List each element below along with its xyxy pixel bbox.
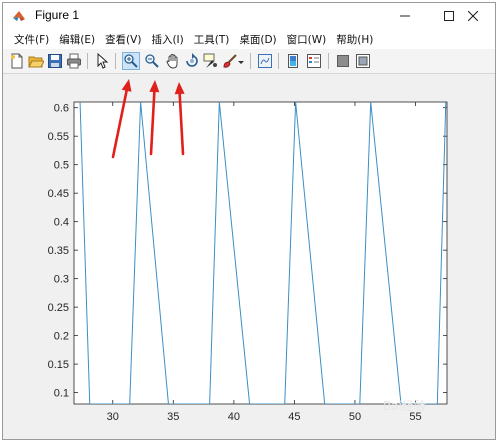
edit-plot-button[interactable] bbox=[94, 53, 110, 69]
annotation-arrowhead bbox=[121, 79, 132, 92]
annotation-arrowhead bbox=[174, 82, 185, 95]
colorbar-icon bbox=[288, 54, 298, 68]
close-icon bbox=[468, 11, 478, 21]
toolbar-separator bbox=[328, 53, 329, 69]
x-tick-label: 30 bbox=[107, 411, 119, 423]
watermark-text: Bai经验 bbox=[383, 399, 426, 413]
brush-icon bbox=[223, 54, 237, 68]
save-button[interactable] bbox=[47, 53, 63, 69]
hide-plot-tools-button[interactable] bbox=[335, 53, 351, 69]
y-tick-label: 0.55 bbox=[48, 131, 69, 143]
figure-canvas[interactable]: 0.1 0.15 0.2 0.25 0.3 0.35 0.4 0.45 0.5 0.55 0.6 3… bbox=[3, 74, 495, 439]
menu-insert[interactable]: 插入(I) bbox=[146, 32, 188, 47]
y-tick-label: 0.1 bbox=[54, 388, 69, 400]
menu-desktop[interactable]: 桌面(D) bbox=[234, 32, 281, 47]
data-cursor-button[interactable] bbox=[203, 53, 219, 69]
brush-dropdown[interactable] bbox=[238, 53, 244, 69]
x-tick-label: 35 bbox=[167, 411, 179, 423]
x-tick-label: 50 bbox=[349, 411, 361, 423]
rotate-icon bbox=[186, 53, 198, 67]
y-tick-label: 0.5 bbox=[54, 160, 69, 172]
open-file-button[interactable] bbox=[28, 53, 44, 69]
zoom-in-button[interactable] bbox=[122, 52, 140, 70]
insert-colorbar-button[interactable] bbox=[285, 53, 301, 69]
toolbar-separator bbox=[115, 53, 116, 69]
axes-background bbox=[73, 101, 448, 405]
hide-tools-icon bbox=[337, 55, 349, 67]
pan-button[interactable] bbox=[165, 53, 181, 69]
pointer-arrow-icon bbox=[97, 53, 109, 69]
annotation-arrowhead bbox=[149, 80, 160, 93]
menu-file[interactable]: 文件(F) bbox=[9, 32, 54, 47]
x-tick-label: 45 bbox=[288, 411, 300, 423]
toolbar-separator bbox=[250, 53, 251, 69]
save-disk-icon bbox=[48, 54, 62, 68]
legend-icon bbox=[307, 54, 321, 68]
print-button[interactable] bbox=[66, 53, 82, 69]
show-plot-tools-button[interactable] bbox=[355, 53, 371, 69]
window-title: Figure 1 bbox=[35, 8, 80, 22]
minimize-icon bbox=[400, 15, 410, 17]
title-bar[interactable]: Figure 1 bbox=[3, 3, 495, 29]
toolbar-separator bbox=[87, 53, 88, 69]
show-tools-icon bbox=[356, 54, 370, 68]
y-tick-label: 0.3 bbox=[54, 274, 69, 286]
new-figure-button[interactable] bbox=[9, 53, 25, 69]
y-tick-label: 0.6 bbox=[54, 103, 69, 115]
open-folder-icon bbox=[28, 56, 44, 68]
link-plot-button[interactable] bbox=[257, 53, 273, 69]
zoom-out-icon bbox=[145, 54, 159, 68]
y-tick-label: 0.15 bbox=[48, 359, 69, 371]
menu-tools[interactable]: 工具(T) bbox=[189, 32, 235, 47]
link-plot-icon bbox=[258, 54, 272, 68]
zoom-in-icon bbox=[124, 54, 138, 68]
chevron-down-icon bbox=[238, 61, 244, 64]
y-tick-label: 0.35 bbox=[48, 245, 69, 257]
new-file-icon bbox=[11, 53, 23, 69]
y-tick-label: 0.45 bbox=[48, 188, 69, 200]
brush-button[interactable] bbox=[222, 53, 238, 69]
x-tick-label: 40 bbox=[228, 411, 240, 423]
data-cursor-icon bbox=[203, 53, 217, 68]
y-tick-label: 0.25 bbox=[48, 302, 69, 314]
menu-bar: 文件(F) 编辑(E) 查看(V) 插入(I) 工具(T) 桌面(D) 窗口(W… bbox=[3, 29, 495, 49]
y-tick-label: 0.2 bbox=[54, 331, 69, 343]
rotate-3d-button[interactable] bbox=[184, 53, 200, 69]
zoom-out-button[interactable] bbox=[144, 53, 160, 69]
menu-edit[interactable]: 编辑(E) bbox=[54, 32, 100, 47]
close-button[interactable] bbox=[451, 3, 495, 29]
y-tick-label: 0.4 bbox=[54, 217, 69, 229]
menu-view[interactable]: 查看(V) bbox=[100, 32, 146, 47]
plot[interactable]: 0.1 0.15 0.2 0.25 0.3 0.35 0.4 0.45 0.5 0.55 0.6 3… bbox=[3, 74, 495, 439]
figure-toolbar bbox=[3, 49, 495, 74]
minimize-button[interactable] bbox=[383, 3, 427, 29]
figure-window: Figure 1 文件(F) 编辑(E) 查看(V) 插入(I) 工具(T) 桌… bbox=[2, 2, 496, 440]
toolbar-separator bbox=[278, 53, 279, 69]
printer-icon bbox=[67, 53, 81, 69]
matlab-logo-icon bbox=[13, 11, 25, 21]
menu-window[interactable]: 窗口(W) bbox=[282, 32, 332, 47]
menu-help[interactable]: 帮助(H) bbox=[331, 32, 378, 47]
insert-legend-button[interactable] bbox=[306, 53, 322, 69]
hand-icon bbox=[166, 54, 178, 69]
